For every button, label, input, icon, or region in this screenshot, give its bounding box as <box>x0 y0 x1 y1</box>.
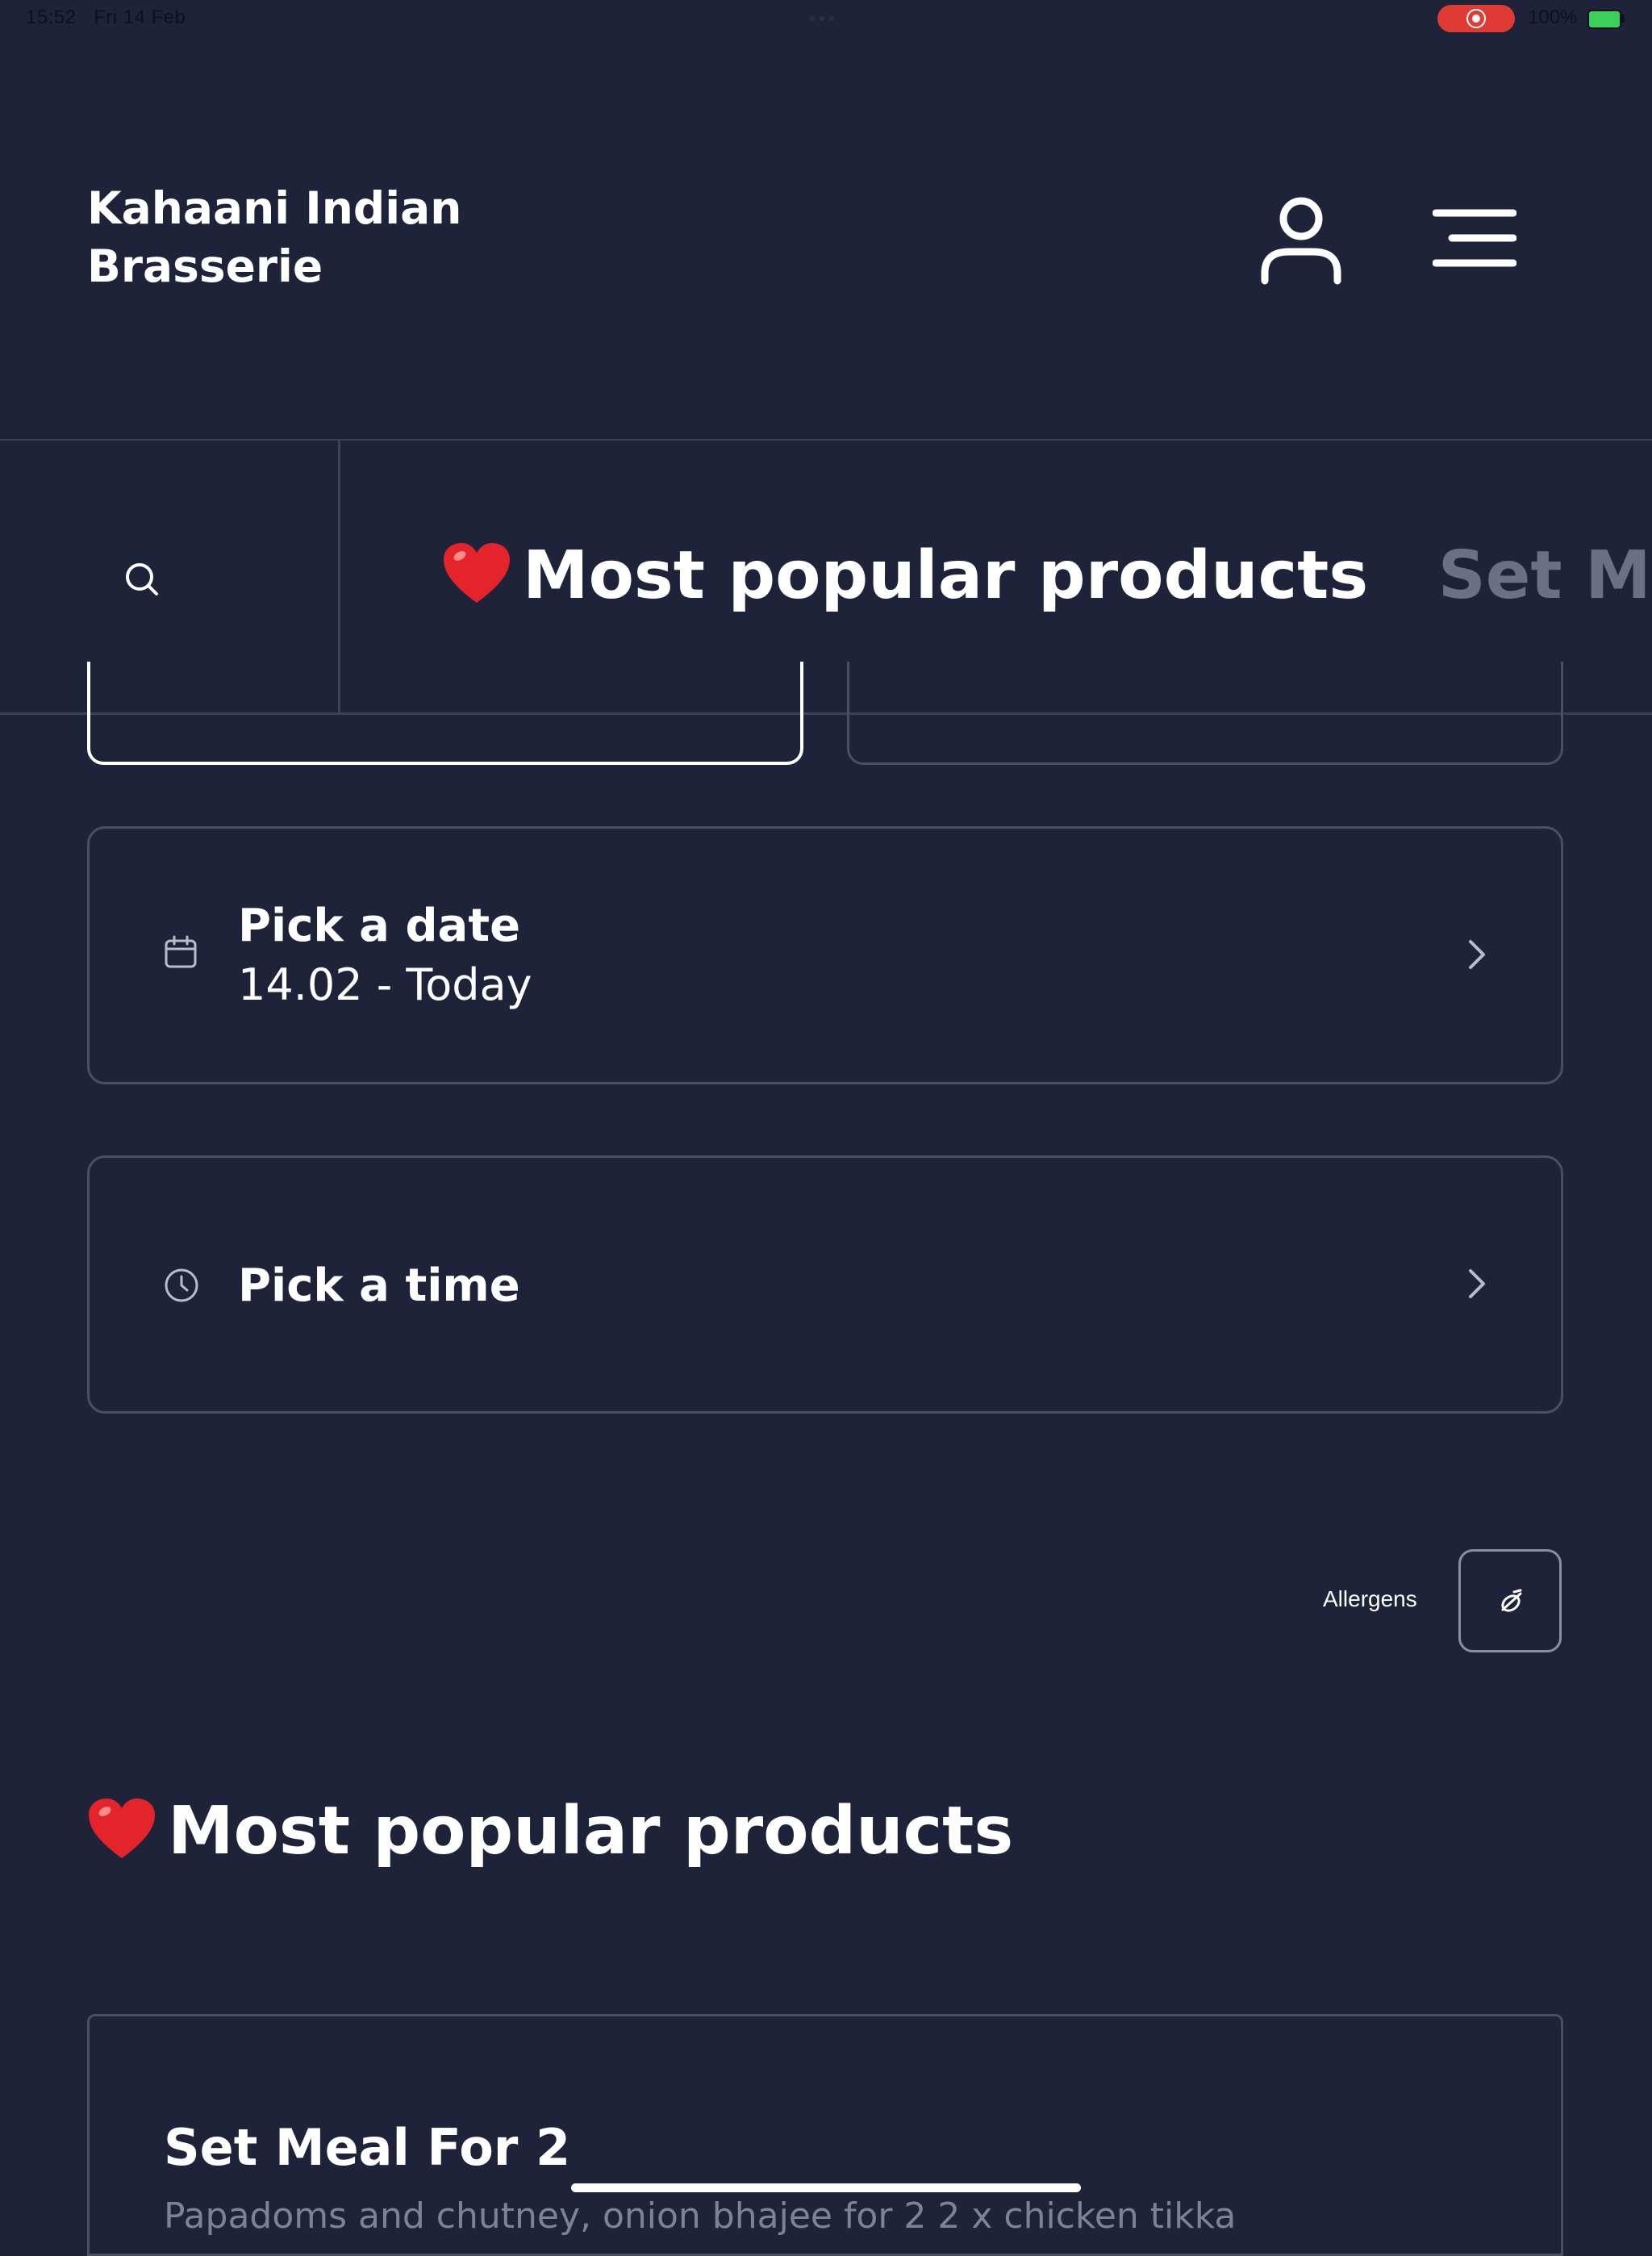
tab-set-meals[interactable]: Set Meals <box>1438 537 1652 614</box>
order-type-option-selected[interactable] <box>87 662 803 765</box>
menu-icon[interactable] <box>1432 208 1517 268</box>
status-time: 15:52 Fri 14 Feb <box>26 6 186 29</box>
section-title-text: Most popular products <box>168 1793 1014 1870</box>
home-indicator[interactable] <box>571 2183 1081 2192</box>
tab-label: Set Meals <box>1437 537 1652 614</box>
restaurant-name-line1: Kahaani Indian <box>87 182 462 234</box>
tab-most-popular-products[interactable]: Most popular products <box>442 537 1368 622</box>
user-icon-svg <box>1261 197 1341 285</box>
pick-date-value: 14.02 - Today <box>238 959 532 1010</box>
pick-time-title: Pick a time <box>238 1260 520 1312</box>
user-icon[interactable] <box>1257 190 1345 287</box>
chevron-right-icon <box>1469 1269 1485 1298</box>
restaurant-name-line2: Brasserie <box>87 240 323 292</box>
product-description: Papadoms and chutney, onion bhajee for 2… <box>164 2195 1237 2237</box>
calendar-icon <box>165 935 197 968</box>
heart-icon <box>442 541 511 622</box>
tab-label: Most popular products <box>523 537 1369 614</box>
restaurant-name[interactable]: Kahaani Indian Brasserie <box>87 179 474 295</box>
multitasking-dots[interactable] <box>810 16 842 21</box>
allergens-label: Allergens <box>1323 1586 1417 1611</box>
order-type-option[interactable] <box>847 662 1563 765</box>
heart-icon <box>87 1797 156 1878</box>
search-icon <box>126 563 158 595</box>
section-title: Most popular products <box>87 1793 1013 1878</box>
pick-date-title: Pick a date <box>238 900 521 952</box>
battery-icon <box>1587 10 1621 29</box>
status-bar: 15:52 Fri 14 Feb 100% <box>0 0 1652 37</box>
product-card[interactable]: Set Meal For 2 Papadoms and chutney, oni… <box>87 2014 1563 2256</box>
allergen-icon <box>1501 1589 1522 1612</box>
allergens-button[interactable] <box>1458 1549 1562 1652</box>
screen-recording-indicator[interactable] <box>1437 5 1515 32</box>
menu-icon-svg <box>1432 209 1517 267</box>
battery-percentage: 100% <box>1528 6 1578 28</box>
record-icon <box>1466 9 1486 28</box>
chevron-right-icon <box>1469 940 1485 969</box>
pick-date-button[interactable]: Pick a date 14.02 - Today <box>87 826 1563 1084</box>
battery-tip <box>1621 15 1625 23</box>
status-clock: 15:52 <box>26 6 77 28</box>
pick-time-button[interactable]: Pick a time <box>87 1155 1563 1414</box>
clock-icon <box>165 1268 198 1302</box>
status-date: Fri 14 Feb <box>94 6 186 28</box>
product-name: Set Meal For 2 <box>164 2118 571 2177</box>
category-tabs: Most popular products Set Meals <box>442 537 1652 622</box>
